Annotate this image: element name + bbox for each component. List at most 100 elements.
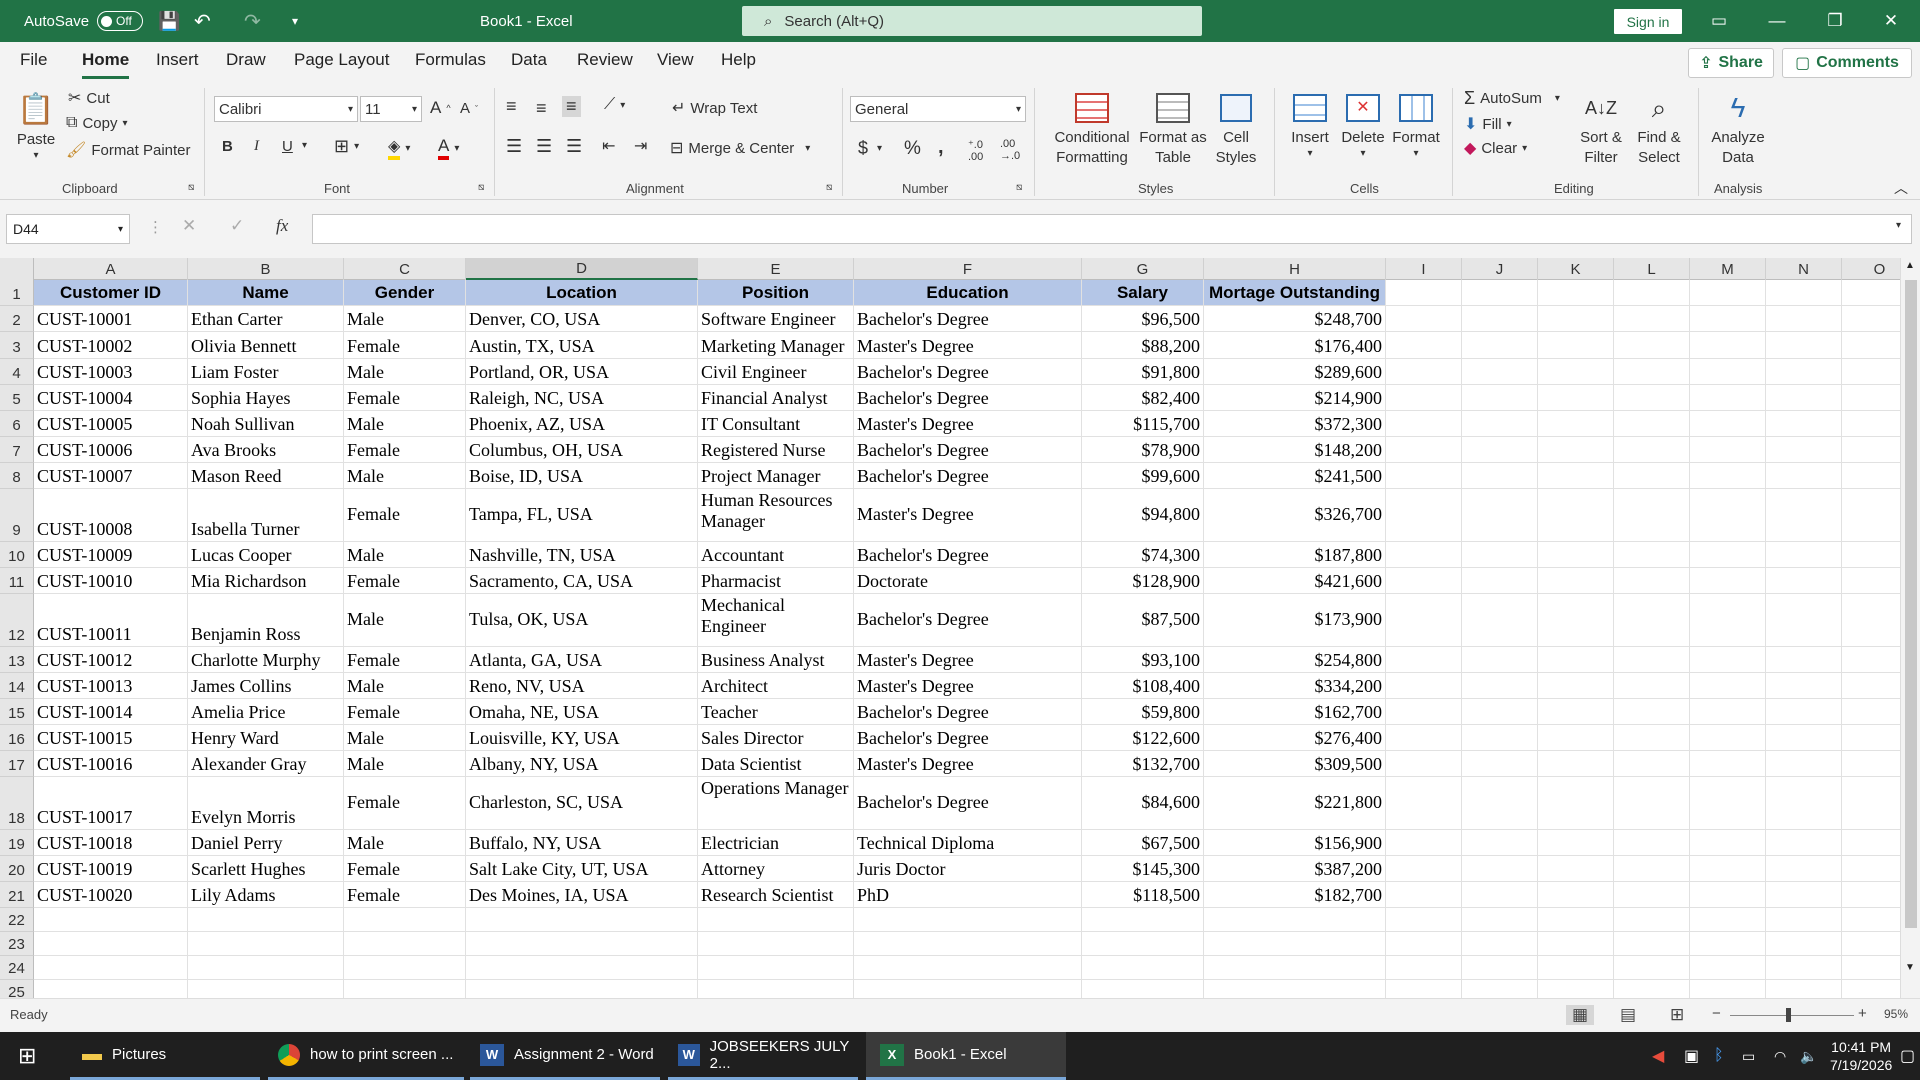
table-cell[interactable]: $128,900: [1082, 568, 1204, 594]
empty-cell[interactable]: [1538, 856, 1614, 882]
empty-cell[interactable]: [1614, 280, 1690, 306]
save-icon[interactable]: 💾: [158, 0, 180, 42]
empty-cell[interactable]: [1538, 932, 1614, 956]
table-cell[interactable]: Scarlett Hughes: [188, 856, 344, 882]
table-cell[interactable]: Charleston, SC, USA: [466, 777, 698, 830]
empty-cell[interactable]: [1766, 306, 1842, 332]
empty-cell[interactable]: [1766, 437, 1842, 463]
empty-cell[interactable]: [1538, 777, 1614, 830]
empty-cell[interactable]: [1766, 956, 1842, 980]
empty-cell[interactable]: [1538, 699, 1614, 725]
empty-cell[interactable]: [1386, 980, 1462, 998]
empty-cell[interactable]: [1614, 932, 1690, 956]
table-cell[interactable]: $74,300: [1082, 542, 1204, 568]
empty-cell[interactable]: [1538, 359, 1614, 385]
empty-cell[interactable]: [1386, 673, 1462, 699]
empty-cell[interactable]: [1690, 385, 1766, 411]
table-cell[interactable]: $122,600: [1082, 725, 1204, 751]
row-header-24[interactable]: 24: [0, 956, 34, 980]
sign-in-button[interactable]: Sign in: [1614, 9, 1682, 34]
empty-cell[interactable]: [1462, 568, 1538, 594]
empty-cell[interactable]: [1204, 908, 1386, 932]
table-cell[interactable]: Research Scientist: [698, 882, 854, 908]
table-cell[interactable]: $214,900: [1204, 385, 1386, 411]
tab-file[interactable]: File: [20, 50, 47, 70]
empty-cell[interactable]: [1462, 489, 1538, 542]
decrease-font-icon[interactable]: Aˇ: [460, 100, 478, 117]
undo-icon[interactable]: ↶: [194, 0, 211, 42]
table-cell[interactable]: Isabella Turner: [188, 489, 344, 542]
empty-cell[interactable]: [1842, 856, 1900, 882]
tab-help[interactable]: Help: [721, 50, 756, 70]
orientation-icon[interactable]: ⟋ ▾: [604, 96, 625, 114]
empty-cell[interactable]: [466, 956, 698, 980]
empty-cell[interactable]: [1842, 489, 1900, 542]
empty-cell[interactable]: [1690, 594, 1766, 647]
empty-cell[interactable]: [1386, 856, 1462, 882]
table-cell[interactable]: Data Scientist: [698, 751, 854, 777]
empty-cell[interactable]: [1690, 725, 1766, 751]
empty-cell[interactable]: [698, 908, 854, 932]
column-header-n[interactable]: N: [1766, 258, 1842, 280]
formula-input[interactable]: [312, 214, 1912, 244]
table-cell[interactable]: Boise, ID, USA: [466, 463, 698, 489]
empty-cell[interactable]: [1614, 777, 1690, 830]
empty-cell[interactable]: [1614, 956, 1690, 980]
empty-cell[interactable]: [1614, 437, 1690, 463]
empty-cell[interactable]: [1766, 568, 1842, 594]
empty-cell[interactable]: [1538, 385, 1614, 411]
speaker-icon[interactable]: 🔈: [1800, 1032, 1817, 1080]
empty-cell[interactable]: [1386, 359, 1462, 385]
table-cell[interactable]: Male: [344, 359, 466, 385]
table-cell[interactable]: Louisville, KY, USA: [466, 725, 698, 751]
table-cell[interactable]: Lucas Cooper: [188, 542, 344, 568]
table-cell[interactable]: Phoenix, AZ, USA: [466, 411, 698, 437]
tab-draw[interactable]: Draw: [226, 50, 266, 70]
table-cell[interactable]: $145,300: [1082, 856, 1204, 882]
table-cell[interactable]: Bachelor's Degree: [854, 306, 1082, 332]
empty-cell[interactable]: [698, 980, 854, 998]
table-cell[interactable]: $84,600: [1082, 777, 1204, 830]
table-cell[interactable]: CUST-10010: [34, 568, 188, 594]
empty-cell[interactable]: [1462, 437, 1538, 463]
empty-cell[interactable]: [1766, 856, 1842, 882]
table-cell[interactable]: Project Manager: [698, 463, 854, 489]
table-cell[interactable]: Sophia Hayes: [188, 385, 344, 411]
table-cell[interactable]: $326,700: [1204, 489, 1386, 542]
empty-cell[interactable]: [1614, 725, 1690, 751]
align-center-icon[interactable]: ☰: [536, 136, 552, 157]
tab-view[interactable]: View: [657, 50, 694, 70]
table-cell[interactable]: CUST-10006: [34, 437, 188, 463]
empty-cell[interactable]: [1842, 385, 1900, 411]
empty-cell[interactable]: [1386, 647, 1462, 673]
table-cell[interactable]: $421,600: [1204, 568, 1386, 594]
empty-cell[interactable]: [1538, 332, 1614, 359]
empty-cell[interactable]: [698, 932, 854, 956]
table-cell[interactable]: Bachelor's Degree: [854, 437, 1082, 463]
empty-cell[interactable]: [1842, 568, 1900, 594]
empty-cell[interactable]: [1386, 594, 1462, 647]
row-header-6[interactable]: 6: [0, 411, 34, 437]
empty-cell[interactable]: [1766, 463, 1842, 489]
table-cell[interactable]: CUST-10008: [34, 489, 188, 542]
scroll-down-icon[interactable]: ▼: [1905, 962, 1915, 973]
empty-cell[interactable]: [34, 908, 188, 932]
table-cell[interactable]: Tampa, FL, USA: [466, 489, 698, 542]
column-header-g[interactable]: G: [1082, 258, 1204, 280]
empty-cell[interactable]: [1538, 647, 1614, 673]
empty-cell[interactable]: [854, 932, 1082, 956]
empty-cell[interactable]: [1614, 542, 1690, 568]
table-header-cell[interactable]: Salary: [1082, 280, 1204, 306]
empty-cell[interactable]: [1082, 932, 1204, 956]
table-cell[interactable]: Daniel Perry: [188, 830, 344, 856]
empty-cell[interactable]: [1766, 280, 1842, 306]
format-as-table-button[interactable]: Format as Table: [1138, 88, 1208, 168]
empty-cell[interactable]: [1690, 437, 1766, 463]
empty-cell[interactable]: [188, 932, 344, 956]
table-cell[interactable]: Attorney: [698, 856, 854, 882]
empty-cell[interactable]: [1842, 725, 1900, 751]
empty-cell[interactable]: [1842, 647, 1900, 673]
table-cell[interactable]: Master's Degree: [854, 332, 1082, 359]
row-header-9[interactable]: 9: [0, 489, 34, 542]
empty-cell[interactable]: [1614, 411, 1690, 437]
